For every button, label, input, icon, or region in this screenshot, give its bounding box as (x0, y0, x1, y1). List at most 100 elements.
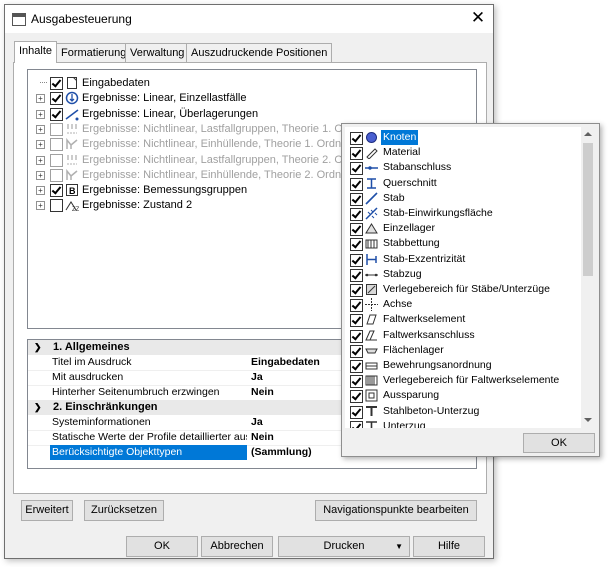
object-type-item[interactable]: Stab-Exzentrizität (347, 252, 579, 267)
scrollbar-thumb[interactable] (583, 143, 593, 276)
property-value[interactable]: Nein (251, 430, 274, 445)
expand-icon[interactable]: + (36, 94, 45, 104)
object-type-checkbox[interactable] (350, 405, 363, 419)
tree-checkbox[interactable] (50, 122, 63, 136)
tree-checkbox[interactable] (50, 168, 63, 182)
object-type-checkbox[interactable] (350, 299, 363, 313)
expand-icon[interactable]: + (36, 186, 45, 196)
object-type-checkbox[interactable] (350, 360, 363, 373)
object-type-checkbox[interactable] (350, 223, 363, 237)
property-value[interactable]: Ja (251, 370, 263, 385)
object-type-item[interactable]: Verlegebereich für Stäbe/Unterzüge (347, 282, 579, 297)
load-case-icon (65, 91, 79, 105)
object-type-checkbox[interactable] (350, 132, 363, 145)
zuruecksetzen-button[interactable]: Zurücksetzen (84, 500, 164, 521)
tree-checkbox[interactable] (50, 77, 63, 90)
object-type-label: Stab-Einwirkungsfläche (383, 207, 493, 219)
tab-inhalte[interactable]: Inhalte (14, 41, 58, 63)
object-type-checkbox[interactable] (350, 268, 363, 282)
object-type-item[interactable]: Faltwerksanschluss (347, 328, 579, 343)
scroll-up-icon[interactable] (584, 132, 592, 136)
object-type-label: Achse (383, 298, 413, 311)
collapse-chevron-icon[interactable]: ❯ (34, 400, 42, 415)
vertical-scrollbar[interactable] (581, 127, 595, 428)
collapse-chevron-icon[interactable]: ❯ (34, 340, 42, 355)
property-value[interactable]: (Sammlung) (251, 445, 312, 460)
object-type-item[interactable]: Stab-Einwirkungsfläche (347, 206, 579, 221)
envelope-icon (65, 168, 79, 182)
popup-ok-button[interactable]: OK (523, 433, 595, 453)
hilfe-button[interactable]: Hilfe (413, 536, 485, 557)
object-type-checkbox[interactable] (350, 177, 363, 191)
expand-icon[interactable]: + (36, 170, 45, 180)
member-connection-icon (365, 161, 378, 174)
object-type-checkbox[interactable] (350, 253, 363, 267)
tab-verwaltung[interactable]: Verwaltung (125, 43, 190, 62)
property-name: Systeminformationen (52, 416, 151, 428)
object-type-checkbox[interactable] (350, 390, 363, 404)
member-chain-icon (365, 268, 378, 281)
object-type-item[interactable]: Einzellager (347, 221, 579, 237)
object-type-label: Faltwerksanschluss (383, 328, 475, 341)
property-value[interactable]: Eingabedaten (251, 355, 320, 370)
object-type-item[interactable]: Unterzug (347, 419, 579, 428)
tree-checkbox[interactable] (50, 138, 63, 152)
erweitert-button[interactable]: Erweitert (21, 500, 73, 521)
object-type-checkbox[interactable] (350, 208, 363, 221)
tab-auszudruckende-positionen[interactable]: Auszudruckende Positionen (186, 43, 333, 62)
object-type-label: Material (383, 146, 421, 159)
object-type-item[interactable]: Knoten (347, 130, 579, 145)
object-type-checkbox[interactable] (350, 238, 363, 252)
dropdown-arrow-icon[interactable]: ▼ (395, 537, 403, 556)
close-icon[interactable]: ✕ (466, 8, 490, 28)
object-type-item[interactable]: Stabzug (347, 267, 579, 282)
nonlinear-icon (65, 153, 79, 167)
object-type-item[interactable]: Stabbettung (347, 236, 579, 252)
tree-checkbox[interactable] (50, 184, 63, 198)
object-type-item[interactable]: Achse (347, 297, 579, 313)
tree-checkbox[interactable] (50, 92, 63, 106)
expand-icon[interactable]: + (36, 109, 45, 119)
tree-item-label: Eingabedaten (82, 77, 150, 89)
abbrechen-button[interactable]: Abbrechen (201, 536, 273, 557)
object-type-item[interactable]: Stabanschluss (347, 160, 579, 176)
cross-section-icon (365, 177, 378, 190)
tree-checkbox[interactable] (50, 199, 63, 213)
scroll-down-icon[interactable] (584, 418, 592, 422)
tab-formatierung[interactable]: Formatierung (56, 43, 132, 62)
object-type-label: Knoten (381, 130, 419, 145)
object-type-item[interactable]: Aussparung (347, 388, 579, 404)
object-type-checkbox[interactable] (350, 344, 363, 358)
object-type-item[interactable]: Bewehrungsanordnung (347, 358, 579, 373)
object-type-checkbox[interactable] (350, 284, 363, 297)
property-value[interactable]: Nein (251, 385, 274, 400)
object-type-item[interactable]: Faltwerkselement (347, 312, 579, 328)
expand-icon[interactable]: + (36, 140, 45, 150)
ok-button[interactable]: OK (126, 536, 198, 557)
material-icon (365, 146, 378, 160)
object-type-item[interactable]: Querschnitt (347, 176, 579, 191)
object-type-checkbox[interactable] (350, 147, 363, 161)
document-icon (65, 76, 79, 90)
object-type-item[interactable]: Verlegebereich für Faltwerkselemente (347, 373, 579, 389)
object-type-item[interactable]: Material (347, 145, 579, 161)
navigation-button[interactable]: Navigationspunkte bearbeiten (315, 500, 477, 521)
object-type-checkbox[interactable] (350, 420, 363, 428)
object-type-checkbox[interactable] (350, 314, 363, 328)
expand-icon[interactable]: + (36, 201, 45, 211)
property-value[interactable]: Ja (251, 415, 263, 430)
tree-checkbox[interactable] (50, 153, 63, 167)
object-type-checkbox[interactable] (350, 192, 363, 206)
object-type-item[interactable]: Flächenlager (347, 343, 579, 358)
eccentricity-icon (365, 253, 378, 266)
object-types-list[interactable]: Knoten Material Stabanschluss Querschnitt St… (345, 127, 581, 428)
tree-checkbox[interactable] (50, 107, 63, 121)
object-type-item[interactable]: Stab (347, 191, 579, 206)
drucken-button[interactable]: Drucken ▼ (278, 536, 410, 557)
object-type-checkbox[interactable] (350, 162, 363, 176)
object-type-item[interactable]: Stahlbeton-Unterzug (347, 404, 579, 419)
expand-icon[interactable]: + (36, 124, 45, 134)
expand-icon[interactable]: + (36, 155, 45, 165)
object-type-checkbox[interactable] (350, 375, 363, 389)
object-type-checkbox[interactable] (350, 329, 363, 343)
